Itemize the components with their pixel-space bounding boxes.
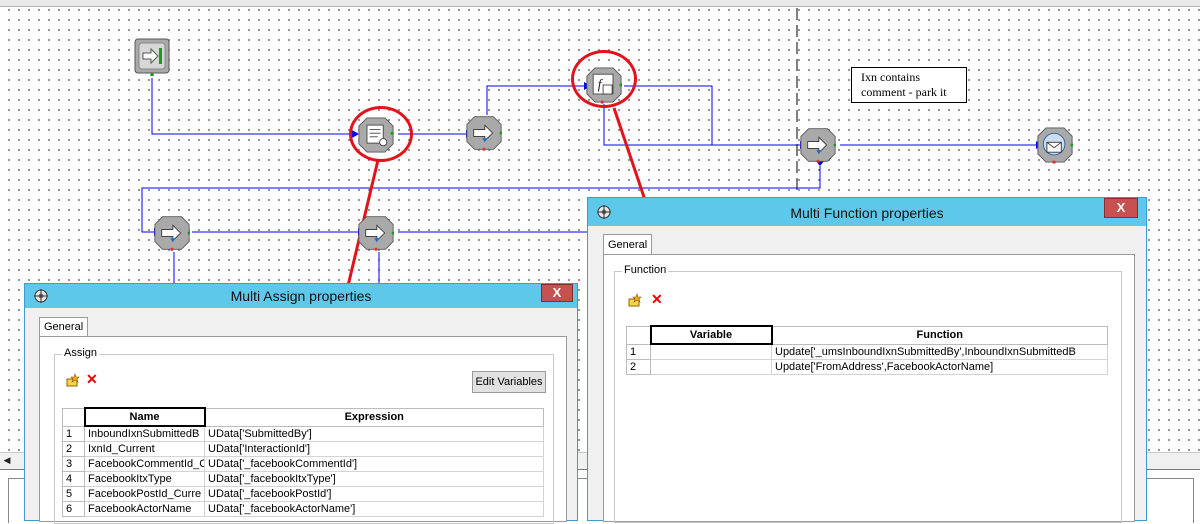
table-row[interactable]: 3 FacebookCommentId_C UData['_facebookCo…: [62, 456, 544, 472]
dialog-title: Multi Assign properties: [230, 288, 372, 304]
delete-icon[interactable]: ✕: [651, 291, 663, 308]
highlight-circle-function: [571, 50, 637, 108]
name-cell[interactable]: FacebookItxType: [84, 471, 205, 487]
function-cell[interactable]: Update['_umsInboundIxnSubmittedBy',Inbou…: [771, 343, 1108, 360]
expression-cell[interactable]: UData['_facebookActorName']: [204, 501, 544, 517]
email-icon[interactable]: [1037, 126, 1073, 164]
tab-general[interactable]: General: [39, 317, 89, 337]
expression-cell[interactable]: UData['_facebookCommentId']: [204, 456, 544, 472]
multi-function-dialog: Multi Function properties X General Func…: [587, 197, 1147, 523]
tab-general[interactable]: General: [603, 234, 653, 255]
table-row[interactable]: 5 FacebookPostId_Curre UData['_facebookP…: [62, 486, 544, 502]
expression-cell[interactable]: UData['_facebookItxType']: [204, 471, 544, 487]
column-header-expression[interactable]: Expression: [204, 407, 544, 427]
start-icon[interactable]: [134, 38, 170, 76]
expression-cell[interactable]: UData['_facebookPostId']: [204, 486, 544, 502]
dialog-titlebar[interactable]: Multi Function properties X: [588, 198, 1146, 226]
canvas-note[interactable]: Ixn contains comment - park it: [851, 67, 967, 103]
function-group: [614, 271, 1122, 523]
dialog-titlebar[interactable]: Multi Assign properties X: [25, 284, 577, 308]
table-row[interactable]: 6 FacebookActorName UData['_facebookActo…: [62, 501, 544, 517]
close-button[interactable]: X: [541, 284, 573, 302]
assign-table[interactable]: Name Expression 1 InboundIxnSubmittedB U…: [62, 407, 544, 517]
table-row[interactable]: 2 Update['FromAddress',FacebookActorName…: [626, 359, 1108, 375]
corner-cell: [626, 325, 651, 345]
name-cell[interactable]: FacebookCommentId_C: [84, 456, 205, 472]
column-header-variable[interactable]: Variable: [649, 325, 773, 345]
table-row[interactable]: 4 FacebookItxType UData['_facebookItxTyp…: [62, 471, 544, 487]
row-number: 1: [626, 343, 651, 360]
table-row[interactable]: 2 IxnId_Current UData['InteractionId']: [62, 441, 544, 457]
function-table[interactable]: Variable Function 1 Update['_umsInboundI…: [626, 325, 1108, 375]
expression-cell[interactable]: UData['InteractionId']: [204, 441, 544, 457]
highlight-circle-assign: [349, 106, 413, 162]
name-cell[interactable]: InboundIxnSubmittedB: [84, 425, 205, 442]
corner-cell: [62, 407, 85, 427]
decision-icon[interactable]: [154, 214, 190, 252]
row-number: 6: [62, 501, 85, 517]
delete-icon[interactable]: ✕: [86, 371, 98, 388]
note-line-2: comment - park it: [861, 85, 947, 99]
row-number: 2: [62, 441, 85, 457]
top-ruler: [0, 0, 1200, 7]
add-icon[interactable]: [66, 373, 82, 390]
row-number: 3: [62, 456, 85, 472]
group-label: Function: [622, 264, 669, 276]
group-label: Assign: [62, 347, 100, 359]
name-cell[interactable]: IxnId_Current: [84, 441, 205, 457]
row-number: 5: [62, 486, 85, 502]
close-button[interactable]: X: [1104, 198, 1138, 218]
decision-icon[interactable]: [466, 114, 502, 152]
note-line-1: Ixn contains: [861, 70, 920, 84]
row-number: 1: [62, 425, 85, 442]
table-row[interactable]: 1 InboundIxnSubmittedB UData['SubmittedB…: [62, 425, 544, 442]
row-number: 4: [62, 471, 85, 487]
dialog-title: Multi Function properties: [790, 205, 944, 221]
scroll-left-icon[interactable]: ◀: [1, 454, 13, 467]
row-number: 2: [626, 359, 651, 375]
add-icon[interactable]: [628, 293, 644, 310]
table-row[interactable]: 1 Update['_umsInboundIxnSubmittedBy',Inb…: [626, 343, 1108, 360]
name-cell[interactable]: FacebookPostId_Curre: [84, 486, 205, 502]
column-header-name[interactable]: Name: [83, 407, 206, 427]
function-cell[interactable]: Update['FromAddress',FacebookActorName]: [771, 359, 1108, 375]
decision-icon[interactable]: [800, 126, 836, 164]
expression-cell[interactable]: UData['SubmittedBy']: [204, 425, 544, 442]
column-header-function[interactable]: Function: [771, 325, 1108, 345]
name-cell[interactable]: FacebookActorName: [84, 501, 205, 517]
variable-cell[interactable]: [650, 359, 772, 375]
edit-variables-button[interactable]: Edit Variables: [472, 371, 546, 393]
decision-icon[interactable]: [358, 214, 394, 252]
variable-cell[interactable]: [650, 343, 772, 360]
tab-panel: Assign ✕ Edit Variables Name Expression …: [39, 336, 567, 524]
tab-panel: Function ✕ Variable Function 1 Update['_…: [603, 254, 1135, 523]
multi-assign-dialog: Multi Assign properties X General Assign…: [24, 283, 578, 524]
